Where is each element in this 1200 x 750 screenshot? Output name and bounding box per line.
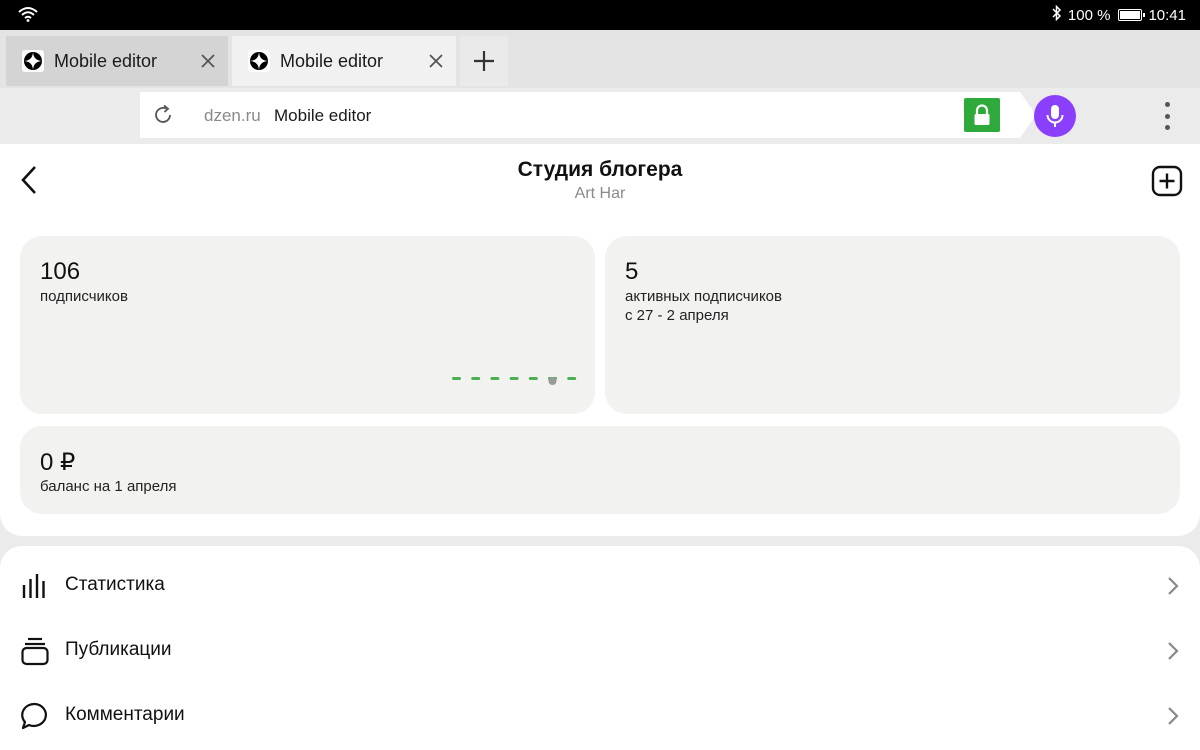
active-subscribers-label: активных подписчиков bbox=[625, 288, 782, 305]
reload-icon[interactable] bbox=[152, 104, 174, 126]
active-subscribers-period: с 27 - 2 апреля bbox=[625, 307, 729, 324]
subscribers-card[interactable]: 106 подписчиков bbox=[20, 236, 595, 414]
active-subscribers-card[interactable]: 5 активных подписчиков с 27 - 2 апреля bbox=[605, 236, 1180, 414]
channel-name: Art Har bbox=[574, 185, 626, 202]
subscribers-label: подписчиков bbox=[40, 288, 128, 305]
studio-menu: Статистика Публикации Комментарии bbox=[0, 546, 1200, 750]
address-row: dzen.ru Mobile editor bbox=[0, 88, 1200, 144]
sparkline-bar bbox=[509, 377, 519, 380]
tab-mobile-editor-2[interactable]: Mobile editor bbox=[232, 36, 456, 86]
menu-label: Публикации bbox=[65, 639, 172, 660]
wifi-icon bbox=[18, 6, 38, 26]
menu-label: Комментарии bbox=[65, 704, 185, 725]
sparkline-bar bbox=[528, 377, 538, 380]
menu-item-publications[interactable]: Публикации bbox=[0, 622, 1200, 678]
sparkline-bar bbox=[471, 377, 481, 380]
menu-item-statistics[interactable]: Статистика bbox=[0, 557, 1200, 613]
tab-mobile-editor-1[interactable]: Mobile editor bbox=[6, 36, 228, 86]
lock-icon[interactable] bbox=[964, 98, 1000, 132]
comment-icon bbox=[21, 702, 47, 730]
clock: 10:41 bbox=[1148, 6, 1186, 24]
balance-card[interactable]: 0 ₽ баланс на 1 апреля bbox=[20, 426, 1180, 514]
bar-chart-icon bbox=[22, 574, 45, 598]
more-menu-icon[interactable] bbox=[1158, 102, 1176, 130]
balance-amount: 0 ₽ bbox=[40, 449, 76, 476]
chevron-right-icon bbox=[1168, 577, 1179, 595]
zen-logo-icon bbox=[248, 50, 270, 72]
page-title: Студия блогера bbox=[517, 158, 683, 181]
chevron-right-icon bbox=[1168, 642, 1179, 660]
sparkline-marker bbox=[548, 377, 557, 385]
close-icon[interactable] bbox=[426, 51, 446, 71]
sparkline-bar bbox=[567, 377, 577, 380]
studio-overview: Студия блогера Art Har 106 подписчиков 5… bbox=[0, 144, 1200, 536]
zen-logo-icon bbox=[22, 50, 44, 72]
tab-bar: Mobile editor Mobile editor bbox=[0, 30, 1200, 88]
close-icon[interactable] bbox=[198, 51, 218, 71]
menu-label: Статистика bbox=[65, 574, 165, 595]
subscribers-count: 106 bbox=[40, 258, 81, 285]
sparkline-bar bbox=[452, 377, 461, 380]
bluetooth-icon bbox=[1052, 4, 1062, 25]
sparkline-bar bbox=[490, 377, 500, 380]
tab-label: Mobile editor bbox=[54, 50, 158, 71]
battery-icon bbox=[1118, 9, 1146, 21]
subscribers-sparkline bbox=[452, 377, 577, 385]
balance-label: баланс на 1 апреля bbox=[40, 478, 177, 495]
microphone-icon bbox=[1046, 105, 1064, 127]
tab-label: Mobile editor bbox=[280, 50, 384, 71]
plus-icon bbox=[474, 51, 494, 71]
url-host: dzen.ru bbox=[204, 106, 261, 125]
add-publication-icon[interactable] bbox=[1150, 164, 1184, 198]
stack-icon bbox=[21, 637, 49, 666]
url-page-title: Mobile editor bbox=[274, 106, 372, 125]
active-subscribers-count: 5 bbox=[625, 258, 639, 285]
voice-search-button[interactable] bbox=[1034, 95, 1076, 137]
status-bar: 100 % 10:41 bbox=[0, 0, 1200, 30]
chevron-right-icon bbox=[1168, 707, 1179, 725]
address-bar[interactable]: dzen.ru Mobile editor bbox=[140, 92, 1036, 138]
new-tab-button[interactable] bbox=[460, 36, 508, 86]
menu-item-comments[interactable]: Комментарии bbox=[0, 687, 1200, 743]
battery-percent: 100 % bbox=[1067, 6, 1111, 24]
